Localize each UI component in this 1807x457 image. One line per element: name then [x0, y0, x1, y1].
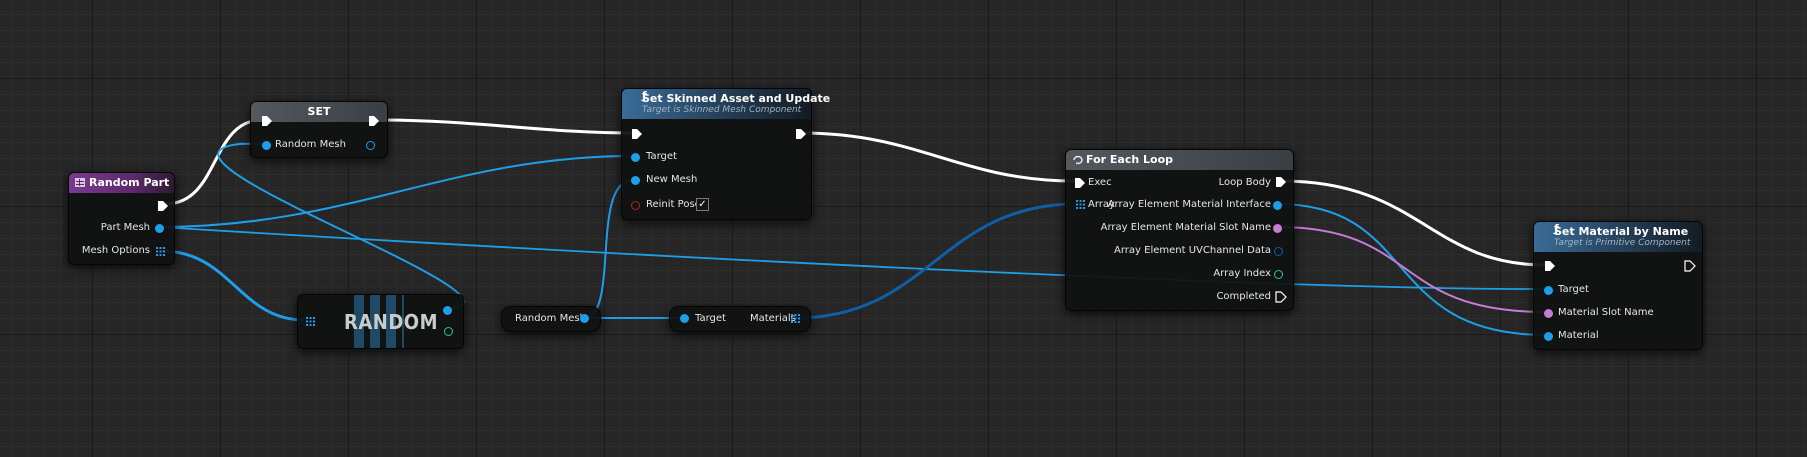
node-header: ƒ Set Skinned Asset and Update Target is… — [622, 89, 830, 119]
node-set-material-by-name[interactable]: ƒ Set Material by Name Target is Primiti… — [1533, 221, 1703, 350]
pin-label-material-slot-name: Material Slot Name — [1558, 307, 1654, 318]
node-title: Set Material by Name — [1554, 225, 1689, 238]
node-title: For Each Loop — [1086, 153, 1173, 166]
node-for-each-loop[interactable]: For Each Loop Exec Array Loop Body Array… — [1065, 149, 1294, 311]
index-out-pin[interactable] — [444, 327, 453, 336]
pin-label-array-element-material-slot-name: Array Element Material Slot Name — [1100, 222, 1271, 233]
target-in-pin[interactable] — [1544, 286, 1553, 295]
pin-label-array-element-material-interface: Array Element Material Interface — [1107, 199, 1271, 210]
node-set[interactable]: SET Random Mesh — [250, 101, 388, 158]
exec-wire-random-part-to-set — [163, 118, 264, 206]
exec-wire-skinned-to-foreach — [799, 131, 1077, 183]
array-grid-icon[interactable] — [791, 314, 800, 323]
pin-label-material: Material — [1558, 330, 1599, 341]
part-mesh-pin[interactable] — [155, 224, 164, 233]
wire-slot-name-to-slot-name — [1276, 226, 1547, 313]
exec-wire-set-to-skinned — [374, 118, 637, 135]
pin-label-reinit-pose: Reinit Pose — [646, 199, 701, 210]
pin-label-random-mesh: Random Mesh — [275, 139, 346, 150]
wire-part-mesh-to-set-material-target — [158, 226, 1547, 290]
random-mesh-in-pin[interactable] — [262, 141, 271, 150]
pin-label-new-mesh: New Mesh — [646, 174, 698, 185]
random-mesh-out-pin[interactable] — [580, 314, 589, 323]
array-grid-icon[interactable] — [156, 247, 165, 256]
random-out-pin[interactable] — [443, 306, 452, 315]
wire-random-to-set — [217, 142, 465, 310]
node-random-part[interactable]: Random Part Part Mesh Mesh Options — [68, 172, 175, 265]
exec-wire-loop-body-to-set-material — [1279, 179, 1547, 267]
node-random[interactable]: RANDOM — [297, 294, 464, 349]
node-title: SET — [307, 105, 331, 118]
array-grid-icon[interactable] — [306, 317, 315, 326]
node-subtitle: Target is Primitive Component — [1554, 238, 1691, 248]
slot-name-out-pin[interactable] — [1273, 224, 1282, 233]
new-mesh-in-pin[interactable] — [631, 176, 640, 185]
target-in-pin[interactable] — [631, 153, 640, 162]
loop-icon — [1073, 155, 1083, 165]
pin-label-mesh-options: Mesh Options — [81, 245, 150, 256]
pin-label-target: Target — [646, 151, 677, 162]
pin-label-array-index: Array Index — [1213, 268, 1271, 279]
material-in-pin[interactable] — [1544, 332, 1553, 341]
pin-label-materials: Materials — [750, 313, 796, 324]
pin-label-array-element-uvchannel-data: Array Element UVChannel Data — [1114, 245, 1271, 256]
node-header: Random Part — [69, 173, 174, 193]
getter-label: Random Mesh — [515, 313, 586, 324]
struct-icon — [75, 178, 85, 187]
wire-materials-to-array — [793, 202, 1079, 320]
pin-label-exec: Exec — [1088, 177, 1112, 188]
reinit-pose-in-pin[interactable] — [631, 201, 640, 210]
array-grid-icon[interactable] — [1076, 200, 1085, 209]
material-interface-out-pin[interactable] — [1273, 201, 1282, 210]
pin-label-part-mesh: Part Mesh — [100, 222, 150, 233]
reinit-pose-checkbox[interactable]: ✓ — [696, 198, 709, 211]
material-slot-name-in-pin[interactable] — [1544, 309, 1553, 318]
wire-part-mesh-to-target — [158, 155, 634, 228]
pin-label-target: Target — [695, 313, 726, 324]
pin-label-target: Target — [1558, 284, 1589, 295]
node-title: Set Skinned Asset and Update — [642, 92, 831, 105]
node-materials-getter[interactable]: Target Materials — [669, 306, 811, 332]
node-header: ƒ Set Material by Name Target is Primiti… — [1534, 222, 1702, 252]
node-title: RANDOM — [344, 310, 438, 334]
random-mesh-out-pin[interactable] — [366, 141, 375, 150]
node-set-skinned-asset[interactable]: ƒ Set Skinned Asset and Update Target is… — [621, 88, 830, 220]
node-title: Random Part — [89, 176, 170, 189]
uvchannel-data-out-pin[interactable] — [1274, 247, 1283, 256]
array-index-out-pin[interactable] — [1274, 270, 1283, 279]
wire-material-interface-to-material — [1276, 203, 1547, 336]
node-random-mesh-getter[interactable]: Random Mesh — [501, 306, 601, 332]
node-header: For Each Loop — [1066, 150, 1293, 170]
target-in-pin[interactable] — [680, 314, 689, 323]
node-subtitle: Target is Skinned Mesh Component — [642, 105, 802, 115]
pin-label-loop-body: Loop Body — [1218, 177, 1271, 188]
wire-mesh-options-to-random — [160, 249, 306, 322]
pin-label-completed: Completed — [1216, 291, 1271, 302]
